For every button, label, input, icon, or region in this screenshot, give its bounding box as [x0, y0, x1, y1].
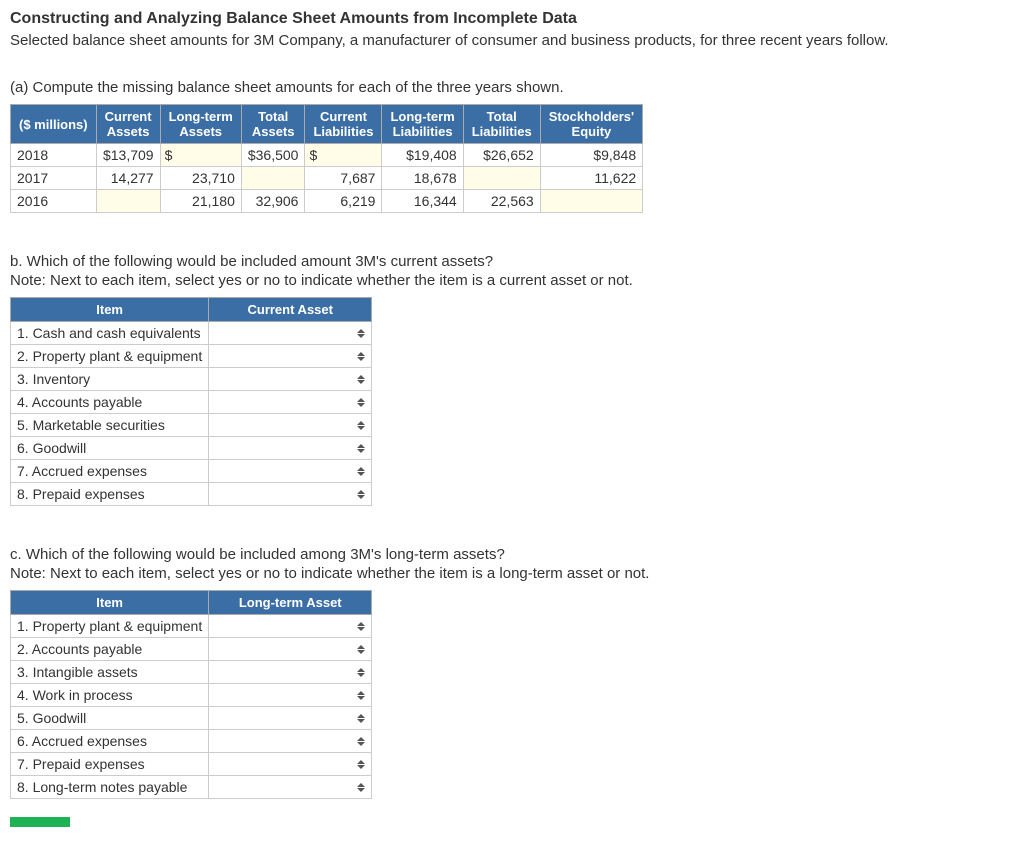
yes-no-select[interactable] [209, 638, 372, 661]
chevron-sort-icon [357, 490, 365, 499]
value-cell: 18,678 [382, 167, 463, 190]
longterm-asset-table: ItemLong-term Asset1. Property plant & e… [10, 590, 372, 799]
chevron-sort-icon [357, 467, 365, 476]
value-cell: $26,652 [463, 144, 540, 167]
part-c-note: Note: Next to each item, select yes or n… [10, 565, 1014, 582]
item-label: 5. Goodwill [11, 707, 209, 730]
item-label: 6. Goodwill [11, 437, 209, 460]
yes-no-select[interactable] [209, 661, 372, 684]
yes-no-select[interactable] [209, 753, 372, 776]
col-header: Stockholders'Equity [540, 105, 642, 144]
chevron-sort-icon [357, 714, 365, 723]
chevron-sort-icon [357, 622, 365, 631]
col-header: Long-termLiabilities [382, 105, 463, 144]
item-label: 8. Long-term notes payable [11, 776, 209, 799]
year-cell: 2016 [11, 190, 97, 213]
part-b-prompt: b. Which of the following would be inclu… [10, 253, 1014, 270]
value-cell: 11,622 [540, 167, 642, 190]
value-cell: $19,408 [382, 144, 463, 167]
value-cell: 21,180 [160, 190, 241, 213]
value-cell: $36,500 [241, 144, 305, 167]
page-subtitle: Selected balance sheet amounts for 3M Co… [10, 32, 1014, 49]
value-cell: $9,848 [540, 144, 642, 167]
input-cell[interactable]: $ [305, 144, 382, 167]
chevron-sort-icon [357, 645, 365, 654]
value-cell: 16,344 [382, 190, 463, 213]
col-header: Long-termAssets [160, 105, 241, 144]
col-header: Long-term Asset [209, 591, 372, 615]
current-asset-table: ItemCurrent Asset1. Cash and cash equiva… [10, 297, 372, 506]
yes-no-select[interactable] [209, 776, 372, 799]
chevron-sort-icon [357, 375, 365, 384]
input-cell[interactable] [463, 167, 540, 190]
chevron-sort-icon [357, 691, 365, 700]
col-header: Item [11, 298, 209, 322]
item-label: 6. Accrued expenses [11, 730, 209, 753]
input-cell[interactable] [540, 190, 642, 213]
part-b-note: Note: Next to each item, select yes or n… [10, 272, 1014, 289]
yes-no-select[interactable] [209, 684, 372, 707]
yes-no-select[interactable] [209, 414, 372, 437]
value-cell: 14,277 [96, 167, 160, 190]
yes-no-select[interactable] [209, 707, 372, 730]
part-c-prompt: c. Which of the following would be inclu… [10, 546, 1014, 563]
chevron-sort-icon [357, 421, 365, 430]
chevron-sort-icon [357, 352, 365, 361]
yes-no-select[interactable] [209, 730, 372, 753]
item-label: 7. Prepaid expenses [11, 753, 209, 776]
item-label: 4. Accounts payable [11, 391, 209, 414]
chevron-sort-icon [357, 444, 365, 453]
yes-no-select[interactable] [209, 368, 372, 391]
item-label: 8. Prepaid expenses [11, 483, 209, 506]
item-label: 4. Work in process [11, 684, 209, 707]
value-cell: 6,219 [305, 190, 382, 213]
balance-sheet-table: ($ millions)CurrentAssetsLong-termAssets… [10, 104, 643, 213]
col-header: TotalLiabilities [463, 105, 540, 144]
chevron-sort-icon [357, 329, 365, 338]
item-label: 3. Inventory [11, 368, 209, 391]
item-label: 1. Cash and cash equivalents [11, 322, 209, 345]
item-label: 2. Property plant & equipment [11, 345, 209, 368]
value-cell: 32,906 [241, 190, 305, 213]
chevron-sort-icon [357, 398, 365, 407]
year-cell: 2018 [11, 144, 97, 167]
col-header: CurrentLiabilities [305, 105, 382, 144]
value-cell: 22,563 [463, 190, 540, 213]
part-a-prompt: (a) Compute the missing balance sheet am… [10, 79, 1014, 96]
col-header: Item [11, 591, 209, 615]
value-cell: 7,687 [305, 167, 382, 190]
yes-no-select[interactable] [209, 322, 372, 345]
page-title: Constructing and Analyzing Balance Sheet… [10, 10, 1014, 28]
input-cell[interactable] [96, 190, 160, 213]
chevron-sort-icon [357, 737, 365, 746]
input-cell[interactable]: $ [160, 144, 241, 167]
yes-no-select[interactable] [209, 345, 372, 368]
submit-button[interactable] [10, 817, 70, 827]
col-header: CurrentAssets [96, 105, 160, 144]
col-header: Current Asset [209, 298, 372, 322]
yes-no-select[interactable] [209, 615, 372, 638]
chevron-sort-icon [357, 760, 365, 769]
value-cell: $13,709 [96, 144, 160, 167]
value-cell: 23,710 [160, 167, 241, 190]
yes-no-select[interactable] [209, 391, 372, 414]
yes-no-select[interactable] [209, 483, 372, 506]
yes-no-select[interactable] [209, 437, 372, 460]
item-label: 3. Intangible assets [11, 661, 209, 684]
chevron-sort-icon [357, 783, 365, 792]
item-label: 5. Marketable securities [11, 414, 209, 437]
yes-no-select[interactable] [209, 460, 372, 483]
item-label: 2. Accounts payable [11, 638, 209, 661]
col-header: ($ millions) [11, 105, 97, 144]
year-cell: 2017 [11, 167, 97, 190]
item-label: 1. Property plant & equipment [11, 615, 209, 638]
chevron-sort-icon [357, 668, 365, 677]
item-label: 7. Accrued expenses [11, 460, 209, 483]
input-cell[interactable] [241, 167, 305, 190]
col-header: TotalAssets [241, 105, 305, 144]
